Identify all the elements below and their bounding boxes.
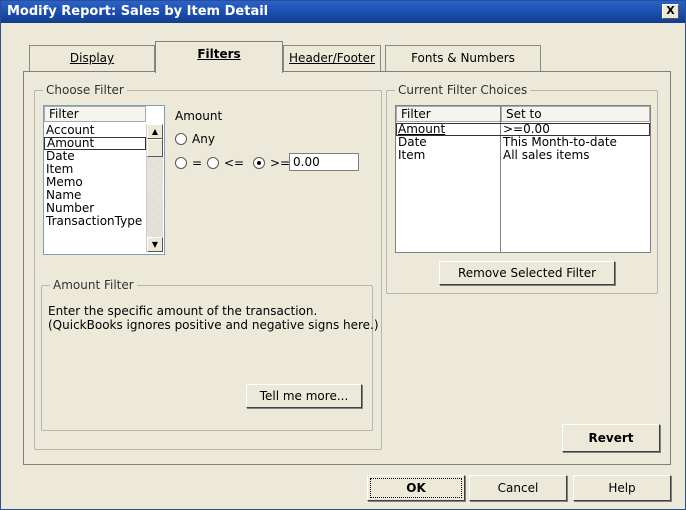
amount-filter-description-2: (QuickBooks ignores positive and negativ… (48, 318, 379, 332)
filters-tab-panel: Choose Filter Filter Account Amount Date… (23, 71, 671, 465)
tab-header-footer[interactable]: Header/Footer (283, 45, 381, 71)
col-header-filter: Filter (396, 106, 501, 122)
greater-equal-radio[interactable] (253, 157, 265, 169)
scroll-down-icon[interactable]: ▼ (147, 237, 163, 252)
modify-report-dialog: Modify Report: Sales by Item Detail X Di… (0, 0, 686, 510)
tab-display-label: Display (69, 51, 115, 65)
revert-button[interactable]: Revert (562, 424, 660, 452)
scroll-track[interactable] (147, 157, 163, 237)
amount-filter-description-1: Enter the specific amount of the transac… (48, 304, 318, 318)
cancel-button[interactable]: Cancel (469, 475, 567, 501)
less-equal-label: <= (224, 156, 245, 170)
choose-filter-legend: Choose Filter (43, 83, 127, 97)
tab-fonts-numbers[interactable]: Fonts & Numbers (385, 45, 541, 71)
amount-label: Amount (175, 109, 223, 123)
current-filter-choices-group: Current Filter Choices Filter Set to Amo… (386, 83, 658, 294)
current-filter-legend: Current Filter Choices (395, 83, 531, 97)
tab-filters-label: Filters (197, 47, 241, 61)
filter-list-scrollbar[interactable]: ▲ ▼ (146, 124, 163, 252)
row-filter-cell: Item (398, 148, 426, 162)
help-button[interactable]: Help (573, 475, 671, 501)
tell-me-more-button[interactable]: Tell me more... (246, 384, 362, 408)
amount-input[interactable]: 0.00 (289, 153, 359, 171)
equal-label: = (192, 156, 203, 170)
amount-filter-group: Amount Filter Enter the specific amount … (41, 278, 379, 431)
tab-header-footer-label: Header/Footer (289, 51, 375, 65)
col-header-set-to: Set to (501, 106, 650, 122)
scroll-thumb[interactable] (147, 139, 163, 157)
any-radio[interactable] (175, 133, 187, 145)
current-filters-table[interactable]: Filter Set to Amount >=0.00 Date This Mo… (395, 105, 651, 253)
filter-list-header: Filter (44, 106, 146, 122)
row-set-to-cell: All sales items (503, 148, 590, 162)
greater-equal-label: >= (270, 156, 291, 170)
amount-filter-legend: Amount Filter (50, 278, 137, 292)
filter-list-items: Account Amount Date Item Memo Name Numbe… (44, 124, 146, 228)
close-button[interactable]: X (662, 4, 679, 19)
window-title: Modify Report: Sales by Item Detail (7, 4, 269, 19)
title-bar[interactable]: Modify Report: Sales by Item Detail X (1, 1, 685, 23)
choose-filter-group: Choose Filter Filter Account Amount Date… (34, 83, 382, 450)
any-label: Any (192, 132, 215, 146)
tab-display[interactable]: Display (29, 45, 155, 71)
ok-button[interactable]: OK (367, 475, 465, 501)
remove-selected-filter-button[interactable]: Remove Selected Filter (439, 261, 615, 285)
less-equal-radio[interactable] (207, 157, 219, 169)
tab-filters[interactable]: Filters (155, 41, 283, 73)
filter-listbox[interactable]: Filter Account Amount Date Item Memo Nam… (43, 105, 165, 255)
equal-radio[interactable] (175, 157, 187, 169)
list-item[interactable]: TransactionType (44, 215, 146, 228)
scroll-up-icon[interactable]: ▲ (147, 124, 163, 139)
table-row[interactable]: Item All sales items (396, 149, 650, 162)
tab-fonts-numbers-label: Fonts & Numbers (411, 51, 515, 65)
